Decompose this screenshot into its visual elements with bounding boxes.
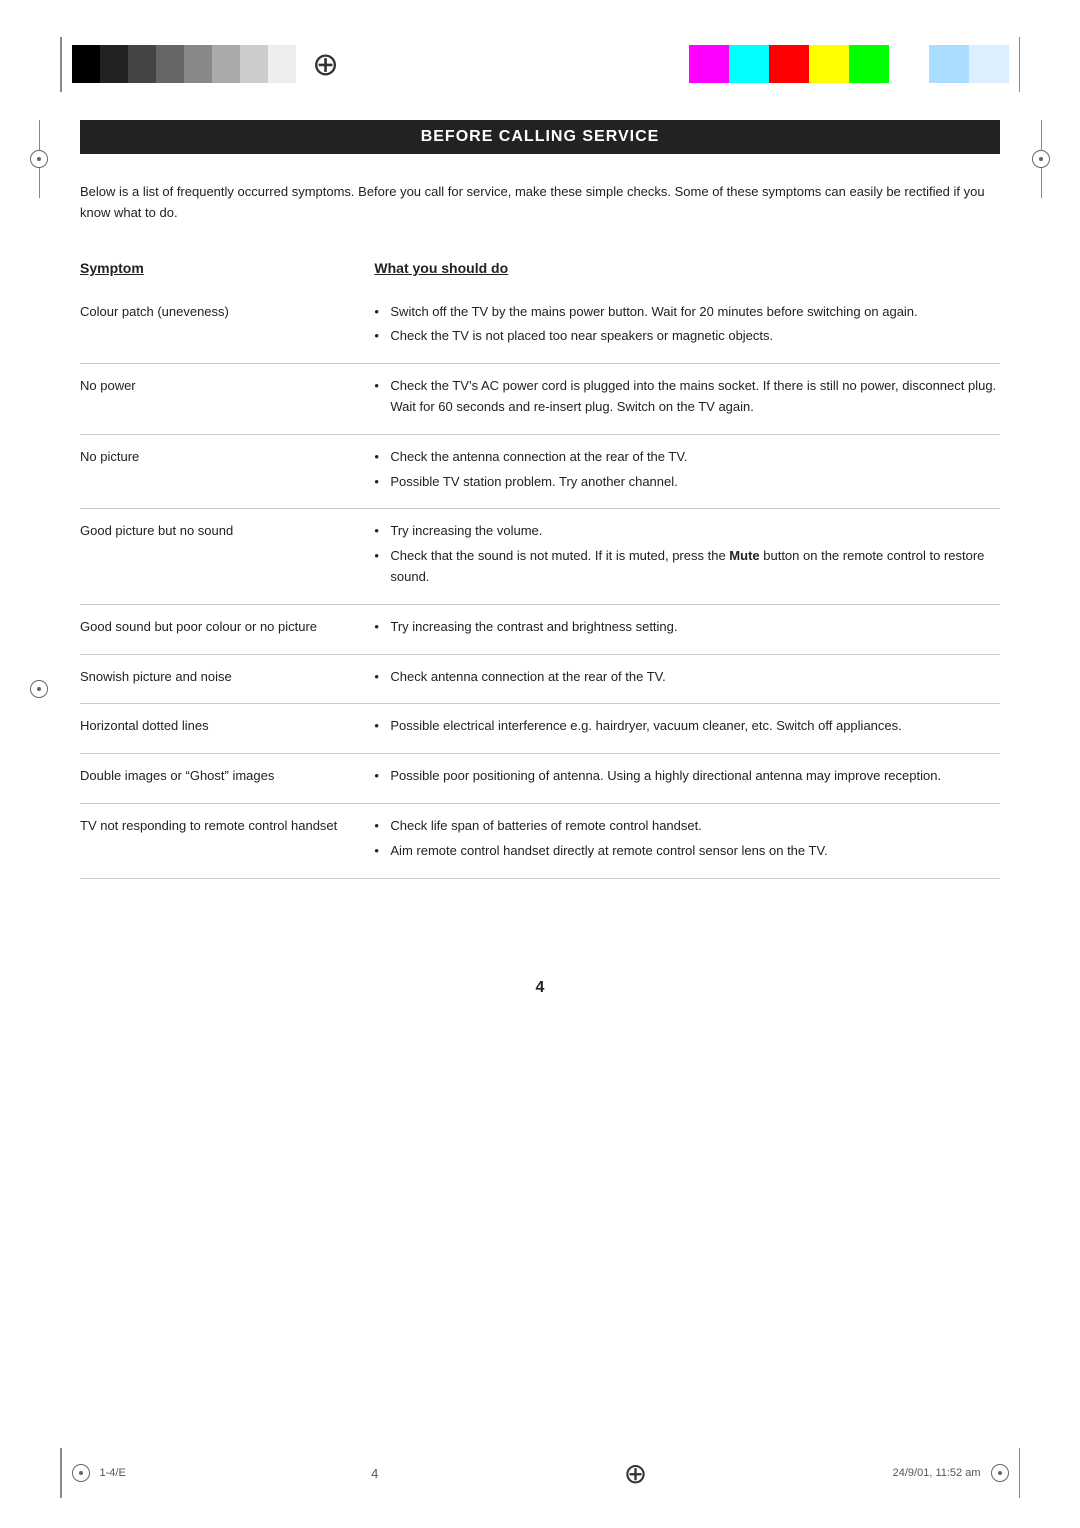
bw-block xyxy=(72,45,100,83)
color-block xyxy=(849,45,889,83)
main-content: BEFORE CALLING SERVICE Below is a list o… xyxy=(0,110,1080,919)
footer-date: 24/9/01, 11:52 am xyxy=(893,1467,981,1479)
bw-block xyxy=(184,45,212,83)
color-block xyxy=(689,45,729,83)
footer-left-area: 1-4/E xyxy=(60,1448,126,1498)
action-item: Try increasing the contrast and brightne… xyxy=(374,617,1000,638)
page-title: BEFORE CALLING SERVICE xyxy=(80,120,1000,154)
footer-left-line xyxy=(60,1448,62,1498)
bw-block xyxy=(128,45,156,83)
bw-block xyxy=(156,45,184,83)
bw-block xyxy=(268,45,296,83)
service-table: Symptom What you should do Colour patch … xyxy=(80,254,1000,879)
color-block xyxy=(769,45,809,83)
table-row: TV not responding to remote control hand… xyxy=(80,803,1000,878)
bw-blocks xyxy=(72,45,296,83)
color-block xyxy=(929,45,969,83)
top-bar-right xyxy=(689,37,1021,92)
table-row: Good sound but poor colour or no picture… xyxy=(80,604,1000,654)
symptom-cell: No power xyxy=(80,364,374,435)
table-row: Colour patch (uneveness)Switch off the T… xyxy=(80,290,1000,364)
action-item: Check the antenna connection at the rear… xyxy=(374,447,1000,468)
action-cell: Try increasing the contrast and brightne… xyxy=(374,604,1000,654)
top-bar-left xyxy=(60,37,346,92)
table-row: Snowish picture and noiseCheck antenna c… xyxy=(80,654,1000,704)
right-marker-top xyxy=(1032,120,1050,198)
page-wrapper: BEFORE CALLING SERVICE Below is a list o… xyxy=(0,0,1080,1528)
right-vert-line xyxy=(1019,37,1021,92)
action-cell: Check antenna connection at the rear of … xyxy=(374,654,1000,704)
action-item: Check life span of batteries of remote c… xyxy=(374,816,1000,837)
page-number: 4 xyxy=(0,979,1080,997)
action-cell: Possible poor positioning of antenna. Us… xyxy=(374,754,1000,804)
footer-crosshair-area: ⊕ xyxy=(624,1457,647,1490)
footer-right-circle xyxy=(991,1464,1009,1482)
bw-block xyxy=(100,45,128,83)
action-item: Possible TV station problem. Try another… xyxy=(374,472,1000,493)
symptom-cell: No picture xyxy=(80,434,374,509)
symptom-cell: Double images or “Ghost” images xyxy=(80,754,374,804)
bw-block xyxy=(212,45,240,83)
action-item: Check that the sound is not muted. If it… xyxy=(374,546,1000,588)
symptom-cell: Horizontal dotted lines xyxy=(80,704,374,754)
action-cell: Try increasing the volume. Check that the… xyxy=(374,509,1000,604)
symptom-cell: Good sound but poor colour or no picture xyxy=(80,604,374,654)
footer-center-num: 4 xyxy=(371,1466,378,1481)
symptom-cell: TV not responding to remote control hand… xyxy=(80,803,374,878)
action-item: Check the TV’s AC power cord is plugged … xyxy=(374,376,1000,418)
action-item: Check antenna connection at the rear of … xyxy=(374,667,1000,688)
color-block xyxy=(889,45,929,83)
table-row: Good picture but no soundTry increasing … xyxy=(80,509,1000,604)
color-block xyxy=(729,45,769,83)
footer-code: 1-4/E xyxy=(100,1467,126,1479)
table-row: Double images or “Ghost” imagesPossible … xyxy=(80,754,1000,804)
bottom-bar: 1-4/E 4 ⊕ 24/9/01, 11:52 am xyxy=(60,1448,1020,1498)
top-bar xyxy=(0,0,1080,110)
color-block xyxy=(969,45,1009,83)
action-item: Possible electrical interference e.g. ha… xyxy=(374,716,1000,737)
action-header: What you should do xyxy=(374,254,1000,290)
left-vert-line xyxy=(60,37,62,92)
color-block xyxy=(809,45,849,83)
bw-block xyxy=(240,45,268,83)
action-cell: Check life span of batteries of remote c… xyxy=(374,803,1000,878)
crosshair-bottom: ⊕ xyxy=(624,1457,647,1490)
table-row: Horizontal dotted linesPossible electric… xyxy=(80,704,1000,754)
intro-text: Below is a list of frequently occurred s… xyxy=(80,182,1000,224)
color-blocks xyxy=(689,45,1009,83)
action-cell: Possible electrical interference e.g. ha… xyxy=(374,704,1000,754)
page-title-text: BEFORE CALLING SERVICE xyxy=(421,128,660,145)
crosshair-top-left xyxy=(306,44,346,84)
action-item: Try increasing the volume. xyxy=(374,521,1000,542)
symptom-cell: Snowish picture and noise xyxy=(80,654,374,704)
action-cell: Switch off the TV by the mains power but… xyxy=(374,290,1000,364)
footer-right-line xyxy=(1019,1448,1021,1498)
action-cell: Check the TV’s AC power cord is plugged … xyxy=(374,364,1000,435)
symptom-cell: Colour patch (uneveness) xyxy=(80,290,374,364)
left-marker-mid xyxy=(30,680,48,698)
left-marker-top xyxy=(30,120,48,198)
footer-left-circle xyxy=(72,1464,90,1482)
action-item: Check the TV is not placed too near spea… xyxy=(374,326,1000,347)
action-item: Possible poor positioning of antenna. Us… xyxy=(374,766,1000,787)
footer-right-area: 24/9/01, 11:52 am xyxy=(893,1448,1020,1498)
symptom-header: Symptom xyxy=(80,254,374,290)
table-row: No powerCheck the TV’s AC power cord is … xyxy=(80,364,1000,435)
action-item: Switch off the TV by the mains power but… xyxy=(374,302,1000,323)
action-cell: Check the antenna connection at the rear… xyxy=(374,434,1000,509)
table-row: No pictureCheck the antenna connection a… xyxy=(80,434,1000,509)
action-item: Aim remote control handset directly at r… xyxy=(374,841,1000,862)
symptom-cell: Good picture but no sound xyxy=(80,509,374,604)
